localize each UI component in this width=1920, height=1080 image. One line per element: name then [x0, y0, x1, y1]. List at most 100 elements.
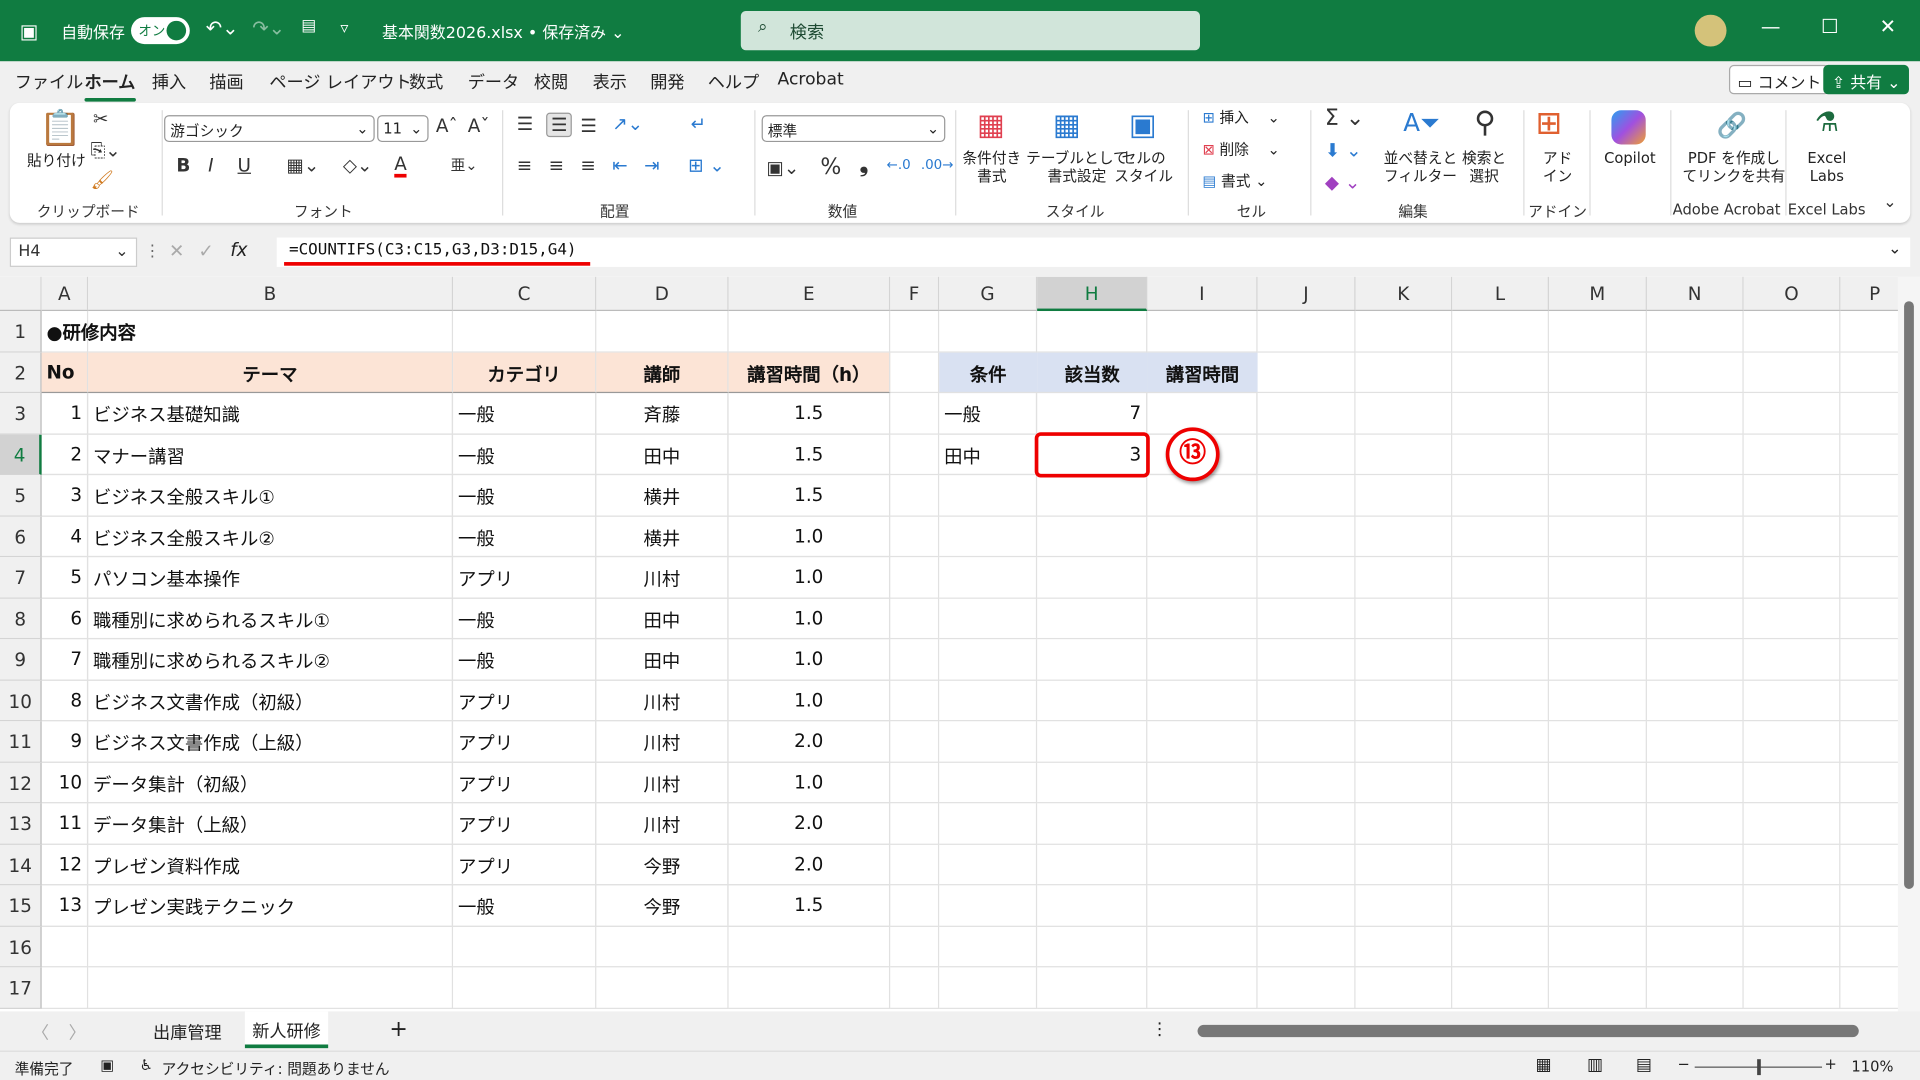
- merge-center-icon[interactable]: ⊞ ⌄: [688, 154, 725, 176]
- comment-button[interactable]: ▭ コメント: [1728, 64, 1830, 95]
- row-header-1[interactable]: 1: [0, 311, 42, 353]
- cell[interactable]: [939, 762, 1038, 804]
- cell[interactable]: [1548, 762, 1647, 804]
- table-cell[interactable]: 1.0: [728, 598, 891, 640]
- underline-button[interactable]: U: [238, 154, 251, 176]
- cell[interactable]: [939, 721, 1038, 763]
- cell[interactable]: [890, 885, 940, 927]
- cell[interactable]: [1257, 557, 1356, 599]
- cell[interactable]: [890, 803, 940, 845]
- cell[interactable]: [1355, 885, 1453, 927]
- tab-1[interactable]: ホーム: [84, 70, 135, 102]
- cell[interactable]: [1548, 885, 1647, 927]
- cell[interactable]: [1840, 844, 1898, 886]
- cell[interactable]: [1840, 639, 1898, 681]
- cell[interactable]: [1646, 352, 1744, 394]
- next-sheet-icon[interactable]: 〉: [69, 1020, 86, 1044]
- table-header-4[interactable]: 講習時間（h）: [728, 352, 891, 394]
- tab-2[interactable]: 挿入: [152, 70, 186, 94]
- cell[interactable]: [88, 926, 454, 968]
- cell[interactable]: [1355, 639, 1453, 681]
- cell[interactable]: [1452, 475, 1549, 517]
- cell[interactable]: [1548, 352, 1647, 394]
- cell[interactable]: [1147, 926, 1258, 968]
- cell[interactable]: [1037, 516, 1148, 558]
- table-cell[interactable]: 2.0: [728, 844, 891, 886]
- cell[interactable]: [1037, 639, 1148, 681]
- cell[interactable]: [1147, 680, 1258, 722]
- cell[interactable]: [1452, 598, 1549, 640]
- cell[interactable]: [1743, 967, 1841, 1009]
- row-header-14[interactable]: 14: [0, 844, 42, 886]
- table-cell[interactable]: 川村: [596, 557, 729, 599]
- cell[interactable]: [1037, 311, 1148, 353]
- cell[interactable]: [41, 967, 89, 1009]
- cell[interactable]: [939, 680, 1038, 722]
- cell[interactable]: [1147, 598, 1258, 640]
- table-cell[interactable]: 2.0: [728, 721, 891, 763]
- cell[interactable]: [1257, 393, 1356, 435]
- cell[interactable]: [1646, 926, 1744, 968]
- cell[interactable]: [939, 803, 1038, 845]
- table-cell[interactable]: ビジネス全般スキル①: [88, 475, 454, 517]
- cell[interactable]: [1037, 557, 1148, 599]
- horizontal-scrollbar[interactable]: [1197, 1024, 1859, 1038]
- column-header-C[interactable]: C: [453, 276, 597, 312]
- summary-cell[interactable]: 一般: [939, 393, 1038, 435]
- table-cell[interactable]: 1.0: [728, 516, 891, 558]
- row-header-13[interactable]: 13: [0, 803, 42, 845]
- cell[interactable]: [890, 721, 940, 763]
- row-header-7[interactable]: 7: [0, 557, 42, 599]
- phonetic-icon[interactable]: 亜⌄: [451, 154, 478, 175]
- cell[interactable]: [1452, 639, 1549, 681]
- cell[interactable]: [1548, 721, 1647, 763]
- cell[interactable]: [1147, 762, 1258, 804]
- conditional-format-button[interactable]: 条件付き 書式: [962, 149, 1021, 186]
- tab-9[interactable]: 開発: [650, 70, 684, 94]
- cell[interactable]: [1646, 434, 1744, 476]
- cell[interactable]: [1743, 721, 1841, 763]
- cell[interactable]: [1743, 516, 1841, 558]
- cell[interactable]: [1548, 680, 1647, 722]
- cell[interactable]: [890, 352, 940, 394]
- table-cell[interactable]: 4: [41, 516, 89, 558]
- cell[interactable]: [1743, 885, 1841, 927]
- table-cell[interactable]: 1.5: [728, 885, 891, 927]
- column-header-A[interactable]: A: [41, 276, 89, 312]
- cell[interactable]: [1257, 721, 1356, 763]
- file-name[interactable]: 基本関数2026.xlsx • 保存済み ⌄: [382, 20, 624, 42]
- cell[interactable]: [1743, 434, 1841, 476]
- cell[interactable]: [1840, 967, 1898, 1009]
- autosave-toggle[interactable]: オン: [131, 17, 190, 45]
- cell[interactable]: [1257, 475, 1356, 517]
- cell[interactable]: [1743, 762, 1841, 804]
- cell[interactable]: [1646, 311, 1744, 353]
- excel-labs-button[interactable]: Excel Labs: [1807, 149, 1846, 186]
- table-cell[interactable]: データ集計（上級）: [88, 803, 454, 845]
- table-cell[interactable]: 一般: [453, 598, 597, 640]
- cell[interactable]: [1646, 885, 1744, 927]
- cell[interactable]: [1257, 803, 1356, 845]
- cell[interactable]: [1257, 434, 1356, 476]
- cell[interactable]: [1548, 844, 1647, 886]
- cell[interactable]: [1355, 680, 1453, 722]
- column-header-L[interactable]: L: [1452, 276, 1549, 312]
- table-cell[interactable]: 川村: [596, 762, 729, 804]
- cell[interactable]: [1257, 844, 1356, 886]
- align-center-icon[interactable]: ≡: [549, 154, 564, 176]
- cell[interactable]: [1257, 762, 1356, 804]
- cell[interactable]: [1355, 311, 1453, 353]
- table-cell[interactable]: 1.0: [728, 762, 891, 804]
- sheet-tab-shinjin[interactable]: 新人研修: [244, 1011, 329, 1049]
- cell[interactable]: [939, 598, 1038, 640]
- tab-6[interactable]: データ: [468, 70, 519, 94]
- cell[interactable]: [1355, 352, 1453, 394]
- cell[interactable]: [1548, 393, 1647, 435]
- cell[interactable]: [939, 885, 1038, 927]
- cell[interactable]: [1840, 557, 1898, 599]
- column-header-K[interactable]: K: [1355, 276, 1453, 312]
- avatar[interactable]: [1694, 14, 1727, 47]
- sheet-title[interactable]: ●研修内容: [42, 311, 409, 352]
- cell[interactable]: [890, 311, 940, 353]
- font-name-select[interactable]: 游ゴシック ⌄: [164, 115, 375, 143]
